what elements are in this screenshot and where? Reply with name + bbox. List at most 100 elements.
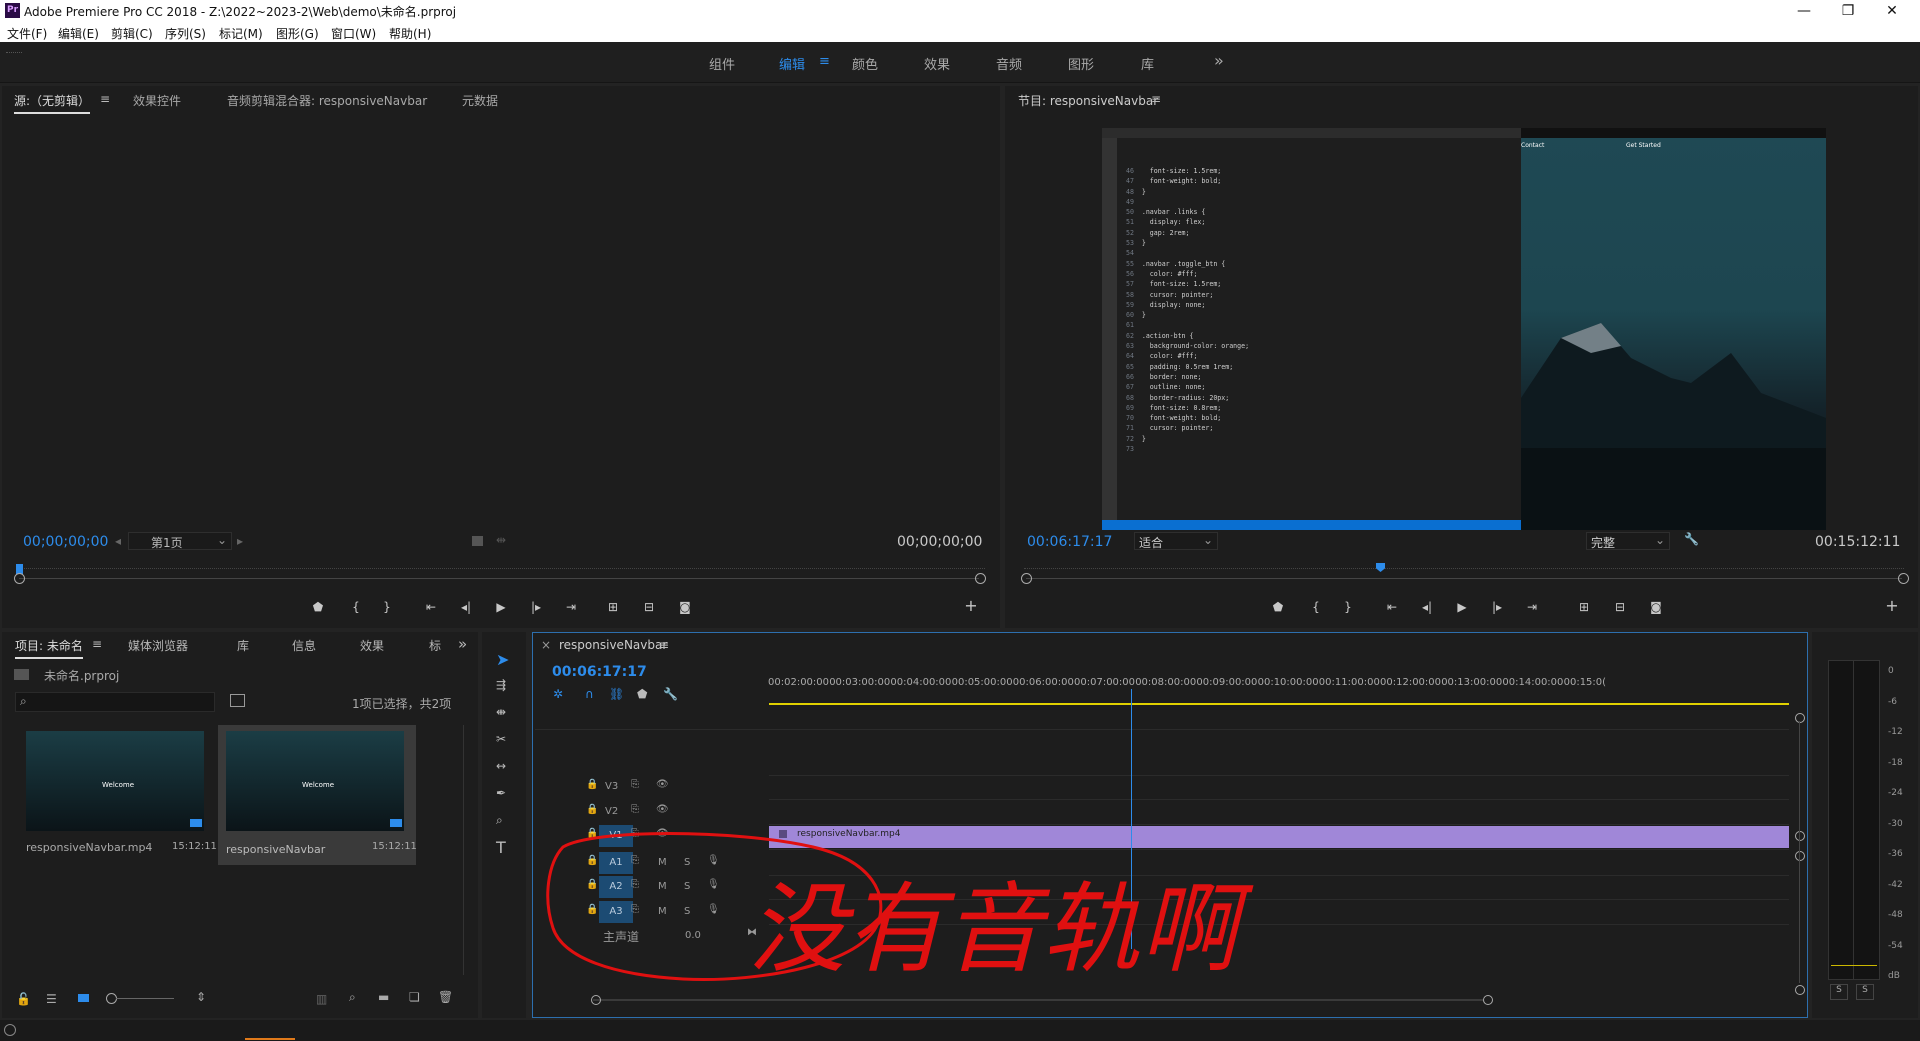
tab-effect-controls[interactable]: 效果控件 <box>133 92 181 109</box>
tab-media-browser[interactable]: 媒体浏览器 <box>128 637 188 654</box>
pen-tool-icon[interactable]: ✒ <box>496 786 506 800</box>
button-editor-icon[interactable]: + <box>1881 596 1903 615</box>
step-back-icon[interactable]: ◂| <box>1416 600 1438 614</box>
zoom-handle-left[interactable] <box>14 573 25 584</box>
menu-help[interactable]: 帮助(H) <box>389 25 431 42</box>
insert-icon[interactable] <box>472 536 483 546</box>
workspace-menu-icon[interactable]: ≡ <box>819 54 830 69</box>
new-item-icon[interactable]: ❏ <box>409 990 420 1004</box>
tab-libraries[interactable]: 库 <box>237 637 249 654</box>
workspace-color[interactable]: 颜色 <box>852 54 878 73</box>
menu-clip[interactable]: 剪辑(C) <box>111 25 153 42</box>
zoom-handle-right[interactable] <box>975 573 986 584</box>
tab-source[interactable]: 源:（无剪辑） <box>14 92 91 114</box>
play-icon[interactable]: ▶ <box>490 600 512 614</box>
slip-tool-icon[interactable]: ↔ <box>496 759 506 773</box>
menu-edit[interactable]: 编辑(E) <box>58 25 99 42</box>
zoom-handle-right[interactable] <box>1898 573 1909 584</box>
find-icon[interactable]: ⌕ <box>349 990 356 1005</box>
automate-icon[interactable]: ▥ <box>316 992 327 1006</box>
menu-file[interactable]: 文件(F) <box>7 25 47 42</box>
ripple-edit-tool-icon[interactable]: ⇼ <box>496 705 506 719</box>
source-time-ruler[interactable] <box>17 558 985 569</box>
step-forward-icon[interactable]: |▸ <box>525 600 547 614</box>
zoom-slider[interactable] <box>116 998 174 999</box>
export-frame-icon[interactable]: ◙ <box>674 600 696 614</box>
razor-tool-icon[interactable]: ✂ <box>496 732 506 746</box>
workspace-effects[interactable]: 效果 <box>924 54 950 73</box>
mark-in-icon[interactable]: { <box>1305 600 1327 614</box>
mark-in-icon[interactable]: { <box>345 600 367 614</box>
go-to-in-icon[interactable]: ⇤ <box>420 600 442 614</box>
source-tab-menu-icon[interactable]: ≡ <box>100 92 110 106</box>
program-video-frame[interactable]: 46 font-size: 1.5rem; 47 font-weight: bo… <box>1102 128 1826 530</box>
hand-tool-icon[interactable]: ⌕ <box>496 813 503 828</box>
insert-clip-icon[interactable]: ⊞ <box>602 600 624 614</box>
step-forward-icon[interactable]: |▸ <box>1486 600 1508 614</box>
selection-tool-icon[interactable]: ➤ <box>496 650 509 669</box>
drag-video-icon[interactable]: ⇹ <box>496 533 506 547</box>
workspace-libraries[interactable]: 库 <box>1141 54 1154 73</box>
workspace-editing[interactable]: 编辑 <box>779 54 805 73</box>
lift-icon[interactable]: ⊞ <box>1573 600 1595 614</box>
panel-more-icon[interactable]: » <box>458 635 467 653</box>
source-zoom-bar[interactable] <box>19 578 979 579</box>
add-marker-icon[interactable]: ⬟ <box>307 600 329 614</box>
project-search-input[interactable]: ⌕ <box>15 692 215 712</box>
clear-icon[interactable]: 🗑 <box>438 990 453 1004</box>
step-back-icon[interactable]: ◂| <box>455 600 477 614</box>
project-item[interactable]: Welcome responsiveNavbar.mp4 15:12:11 <box>20 725 217 865</box>
new-search-bin-icon[interactable] <box>230 694 245 707</box>
program-time-ruler[interactable] <box>1024 558 1904 569</box>
workspace-audio[interactable]: 音频 <box>996 54 1022 73</box>
zoom-handle-left[interactable] <box>1021 573 1032 584</box>
extract-icon[interactable]: ⊟ <box>1609 600 1631 614</box>
sort-icon[interactable]: ⇕ <box>196 990 206 1004</box>
program-zoom-bar[interactable] <box>1026 578 1902 579</box>
prev-page-icon[interactable]: ◂ <box>115 534 121 548</box>
menu-window[interactable]: 窗口(W) <box>331 25 376 42</box>
workspace-more-icon[interactable]: » <box>1214 51 1224 70</box>
source-timecode[interactable]: 00;00;00;00 <box>23 534 108 550</box>
add-marker-icon[interactable]: ⬟ <box>1267 600 1289 614</box>
tab-effects[interactable]: 效果 <box>360 637 384 654</box>
overwrite-clip-icon[interactable]: ⊟ <box>638 600 660 614</box>
tab-program[interactable]: 节目: responsiveNavbar <box>1018 92 1158 109</box>
maximize-button[interactable]: ❐ <box>1826 0 1870 22</box>
lock-icon[interactable]: 🔓 <box>16 992 31 1006</box>
type-tool-icon[interactable]: T <box>496 838 506 857</box>
track-select-tool-icon[interactable]: ⇶ <box>496 678 506 692</box>
button-editor-icon[interactable]: + <box>960 596 982 615</box>
mark-out-icon[interactable]: } <box>1337 600 1359 614</box>
list-view-icon[interactable]: ☰ <box>46 992 57 1006</box>
tab-info[interactable]: 信息 <box>292 637 316 654</box>
program-playhead[interactable] <box>1376 563 1385 572</box>
export-frame-icon[interactable]: ◙ <box>1645 600 1667 614</box>
project-scrollbar[interactable] <box>463 725 464 975</box>
menu-sequence[interactable]: 序列(S) <box>165 25 206 42</box>
go-to-out-icon[interactable]: ⇥ <box>560 600 582 614</box>
workspace-assembly[interactable]: 组件 <box>709 54 735 73</box>
program-timecode[interactable]: 00:06:17:17 <box>1027 534 1112 550</box>
solo-left-button[interactable]: S <box>1830 984 1848 1000</box>
tab-audio-clip-mixer[interactable]: 音频剪辑混合器: responsiveNavbar <box>227 92 427 109</box>
go-to-out-icon[interactable]: ⇥ <box>1521 600 1543 614</box>
playback-resolution-select[interactable]: 完整 ⌄ <box>1586 532 1670 550</box>
fit-select[interactable]: 适合 ⌄ <box>1134 532 1218 550</box>
wrench-icon[interactable]: 🔧 <box>1684 532 1699 546</box>
tab-metadata[interactable]: 元数据 <box>462 92 498 109</box>
next-page-icon[interactable]: ▸ <box>237 534 243 548</box>
menu-graphics[interactable]: 图形(G) <box>276 25 319 42</box>
new-bin-icon[interactable]: ▬ <box>378 990 389 1004</box>
project-item-selected[interactable]: Welcome responsiveNavbar 15:12:11 <box>218 725 417 865</box>
tab-markers[interactable]: 标 <box>429 637 441 654</box>
workspace-graphics[interactable]: 图形 <box>1068 54 1094 73</box>
go-to-in-icon[interactable]: ⇤ <box>1381 600 1403 614</box>
project-tab-menu-icon[interactable]: ≡ <box>92 637 102 651</box>
program-tab-menu-icon[interactable]: ≡ <box>1151 92 1161 106</box>
page-select[interactable]: ◂ 第1页 ⌄ ▸ <box>115 532 243 550</box>
menu-marker[interactable]: 标记(M) <box>219 25 263 42</box>
tab-project[interactable]: 项目: 未命名 <box>15 637 83 659</box>
close-window-button[interactable]: ✕ <box>1870 0 1914 22</box>
minimize-button[interactable]: — <box>1782 0 1826 22</box>
